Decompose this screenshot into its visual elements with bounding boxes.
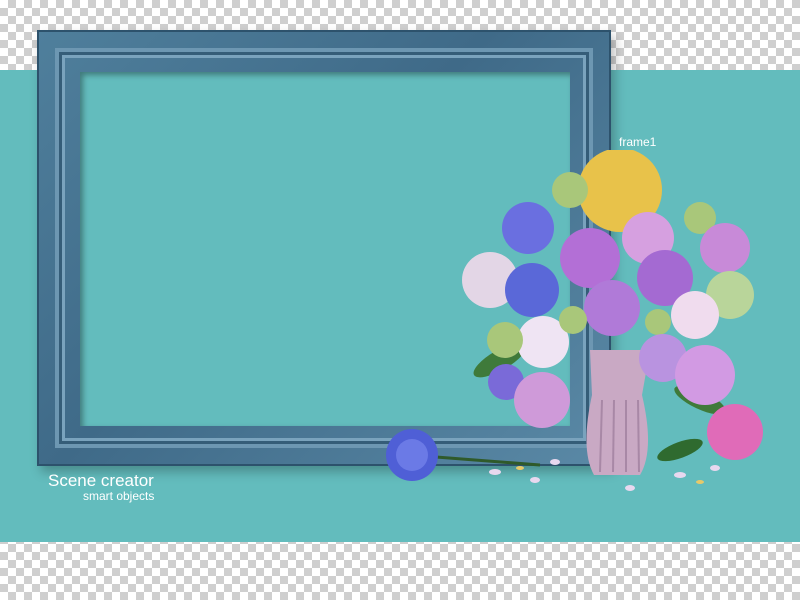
flower [560,228,620,288]
flower-bouquet-icon [386,150,763,491]
brand-subtitle: smart objects [83,489,155,503]
flower [514,372,570,428]
flower [502,202,554,254]
vase [586,350,650,475]
flower [559,306,587,334]
flower [487,322,523,358]
frame-label: frame1 [619,135,657,149]
flower [552,172,588,208]
flower [707,404,763,460]
flower [584,280,640,336]
flower-center [396,439,428,471]
brand-title: Scene creator [48,471,154,490]
flower [645,309,671,335]
flower [700,223,750,273]
flower [671,291,719,339]
flower [675,345,735,405]
flower [505,263,559,317]
leaf [657,438,703,462]
